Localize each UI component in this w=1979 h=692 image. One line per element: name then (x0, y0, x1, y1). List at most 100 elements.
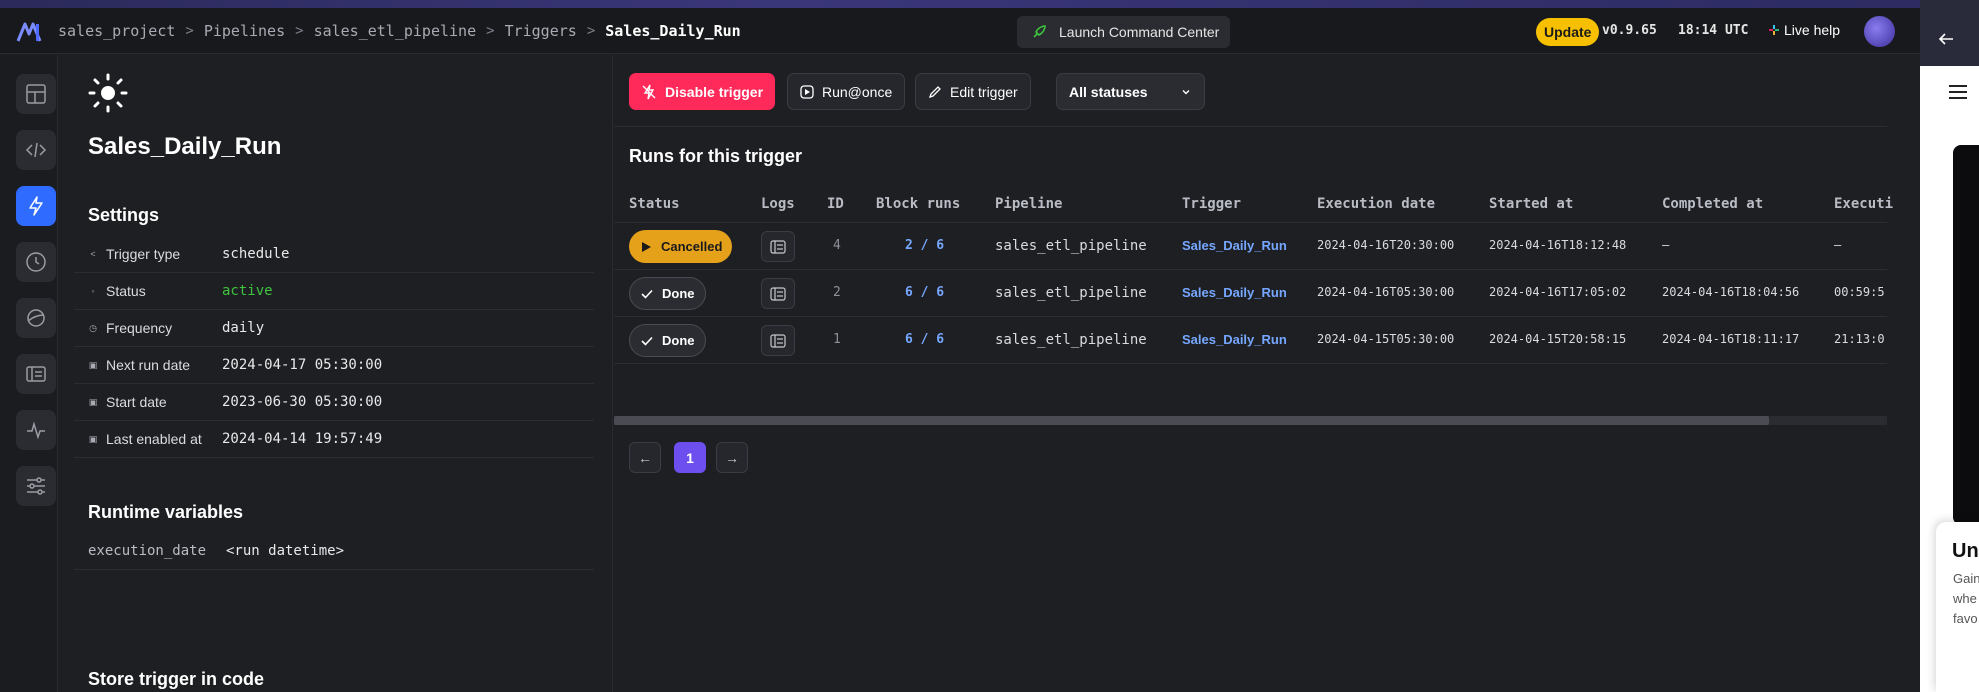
setting-row-status: ◦ Status active (74, 273, 594, 310)
breadcrumb-separator: > (295, 23, 304, 39)
calendar-icon: ▣ (88, 359, 98, 370)
slack-icon (1769, 25, 1779, 35)
menu-icon[interactable] (1949, 85, 1967, 99)
launch-command-center-button[interactable]: Launch Command Center (1017, 16, 1230, 48)
mage-logo-icon[interactable] (16, 22, 42, 42)
promo-text-line: Gain (1953, 571, 1979, 586)
col-completed-at[interactable]: Completed at (1662, 196, 1763, 212)
pipeline-name: sales_etl_pipeline (995, 285, 1147, 301)
status-badge-label: Done (662, 333, 695, 348)
execution-time: 21:13:0 (1834, 332, 1885, 346)
left-nav-rail (0, 55, 58, 692)
table-row[interactable]: Done 1 6 / 6 sales_etl_pipeline Sales_Da… (614, 317, 1887, 364)
runtime-variable-key: execution_date (88, 542, 207, 559)
pipeline-name: sales_etl_pipeline (995, 238, 1147, 254)
schedule-sun-icon (88, 73, 128, 113)
runtime-variable-row: execution_date <run datetime> (74, 532, 594, 570)
setting-value: 2023-06-30 05:30:00 (222, 394, 383, 410)
lightning-off-icon (642, 84, 656, 99)
trigger-type-icon: < (90, 249, 96, 259)
col-block-runs[interactable]: Block runs (876, 196, 960, 212)
started-at: 2024-04-16T18:12:48 (1489, 238, 1627, 252)
promo-text-line: whe (1953, 591, 1977, 606)
trigger-toolbar: Disable trigger Run@once Edit trigger Al… (614, 55, 1887, 127)
logs-icon (770, 333, 786, 348)
setting-label: Frequency (106, 320, 173, 336)
logs-button[interactable] (761, 231, 795, 262)
block-runs-link[interactable]: 2 / 6 (905, 238, 944, 253)
trigger-link[interactable]: Sales_Daily_Run (1182, 332, 1287, 347)
block-runs-link[interactable]: 6 / 6 (905, 285, 944, 300)
disable-trigger-label: Disable trigger (665, 83, 764, 100)
setting-label: Next run date (106, 357, 191, 373)
live-help-button[interactable]: Live help (1768, 22, 1840, 38)
block-runs-link[interactable]: 6 / 6 (905, 332, 944, 347)
setting-value: 2024-04-17 05:30:00 (222, 357, 383, 373)
nav-settings[interactable] (16, 466, 56, 506)
status-filter-select[interactable]: All statuses (1056, 73, 1205, 110)
nav-code[interactable] (16, 130, 56, 170)
setting-value-status: active (222, 283, 273, 299)
runtime-variables-heading: Runtime variables (88, 502, 244, 522)
runs-title: Runs for this trigger (629, 146, 803, 166)
breadcrumb-pipeline[interactable]: sales_etl_pipeline (314, 22, 477, 40)
trigger-link[interactable]: Sales_Daily_Run (1182, 285, 1287, 300)
setting-value: schedule (222, 246, 290, 262)
col-status[interactable]: Status (629, 196, 680, 212)
sliders-icon (27, 477, 45, 495)
nav-runs[interactable] (16, 242, 56, 282)
logs-button[interactable] (761, 278, 795, 309)
breadcrumb-pipelines[interactable]: Pipelines (204, 22, 285, 40)
table-row[interactable]: Done 2 6 / 6 sales_etl_pipeline Sales_Da… (614, 270, 1887, 317)
setting-label: Status (106, 283, 146, 299)
col-logs[interactable]: Logs (761, 196, 795, 212)
logs-icon (770, 286, 786, 301)
execution-date: 2024-04-16T05:30:00 (1317, 285, 1455, 299)
logs-button[interactable] (761, 325, 795, 356)
update-button[interactable]: Update (1536, 18, 1600, 46)
col-id[interactable]: ID (827, 196, 844, 212)
runtime-variable-value: <run datetime> (226, 542, 345, 559)
nav-dashboard[interactable] (16, 74, 56, 114)
col-execution-date[interactable]: Execution date (1317, 196, 1435, 212)
run-once-button[interactable]: Run@once (787, 73, 906, 110)
browser-side-panel: Unl Gain whe favo (1920, 0, 1979, 692)
store-trigger-heading: Store trigger in code (88, 669, 265, 689)
breadcrumb-project[interactable]: sales_project (58, 22, 175, 40)
logs-icon (770, 239, 786, 254)
top-bar: sales_project > Pipelines > sales_etl_pi… (0, 8, 1920, 54)
promo-text-line: favo (1953, 611, 1978, 626)
completed-at: – (1662, 238, 1670, 252)
edit-trigger-button[interactable]: Edit trigger (915, 73, 1031, 110)
execution-date: 2024-04-15T05:30:00 (1317, 332, 1455, 346)
prev-page-button[interactable]: ← (629, 442, 661, 473)
table-row[interactable]: Cancelled 4 2 / 6 sales_etl_pipeline Sal… (614, 223, 1887, 270)
clock-icon: ◷ (89, 322, 97, 333)
page-1-button[interactable]: 1 (674, 442, 706, 473)
col-execution-time[interactable]: Executi (1834, 196, 1893, 212)
trigger-link[interactable]: Sales_Daily_Run (1182, 238, 1287, 253)
execution-time: – (1834, 238, 1842, 252)
disable-trigger-button[interactable]: Disable trigger (629, 73, 776, 110)
live-help-label: Live help (1784, 22, 1841, 38)
nav-logs[interactable] (16, 354, 56, 394)
avatar[interactable] (1864, 16, 1895, 47)
nav-backfills[interactable] (16, 298, 56, 338)
runs-main-panel: Disable trigger Run@once Edit trigger Al… (614, 55, 1893, 692)
settings-heading: Settings (88, 205, 160, 225)
nav-triggers[interactable] (16, 186, 56, 226)
breadcrumb-triggers[interactable]: Triggers (505, 22, 577, 40)
status-badge: Cancelled (629, 230, 733, 263)
command-center-label: Launch Command Center (1059, 24, 1220, 40)
back-arrow-icon[interactable] (1938, 32, 1954, 46)
rocket-icon (1033, 25, 1046, 38)
col-trigger[interactable]: Trigger (1182, 196, 1241, 212)
setting-label: Trigger type (106, 246, 181, 262)
col-pipeline[interactable]: Pipeline (995, 196, 1062, 212)
nav-monitor[interactable] (16, 410, 56, 450)
col-started-at[interactable]: Started at (1489, 196, 1573, 212)
scrollbar-thumb[interactable] (614, 416, 1769, 425)
next-page-button[interactable]: → (716, 442, 748, 473)
pulse-icon (27, 421, 45, 440)
edit-trigger-label: Edit trigger (950, 83, 1018, 100)
